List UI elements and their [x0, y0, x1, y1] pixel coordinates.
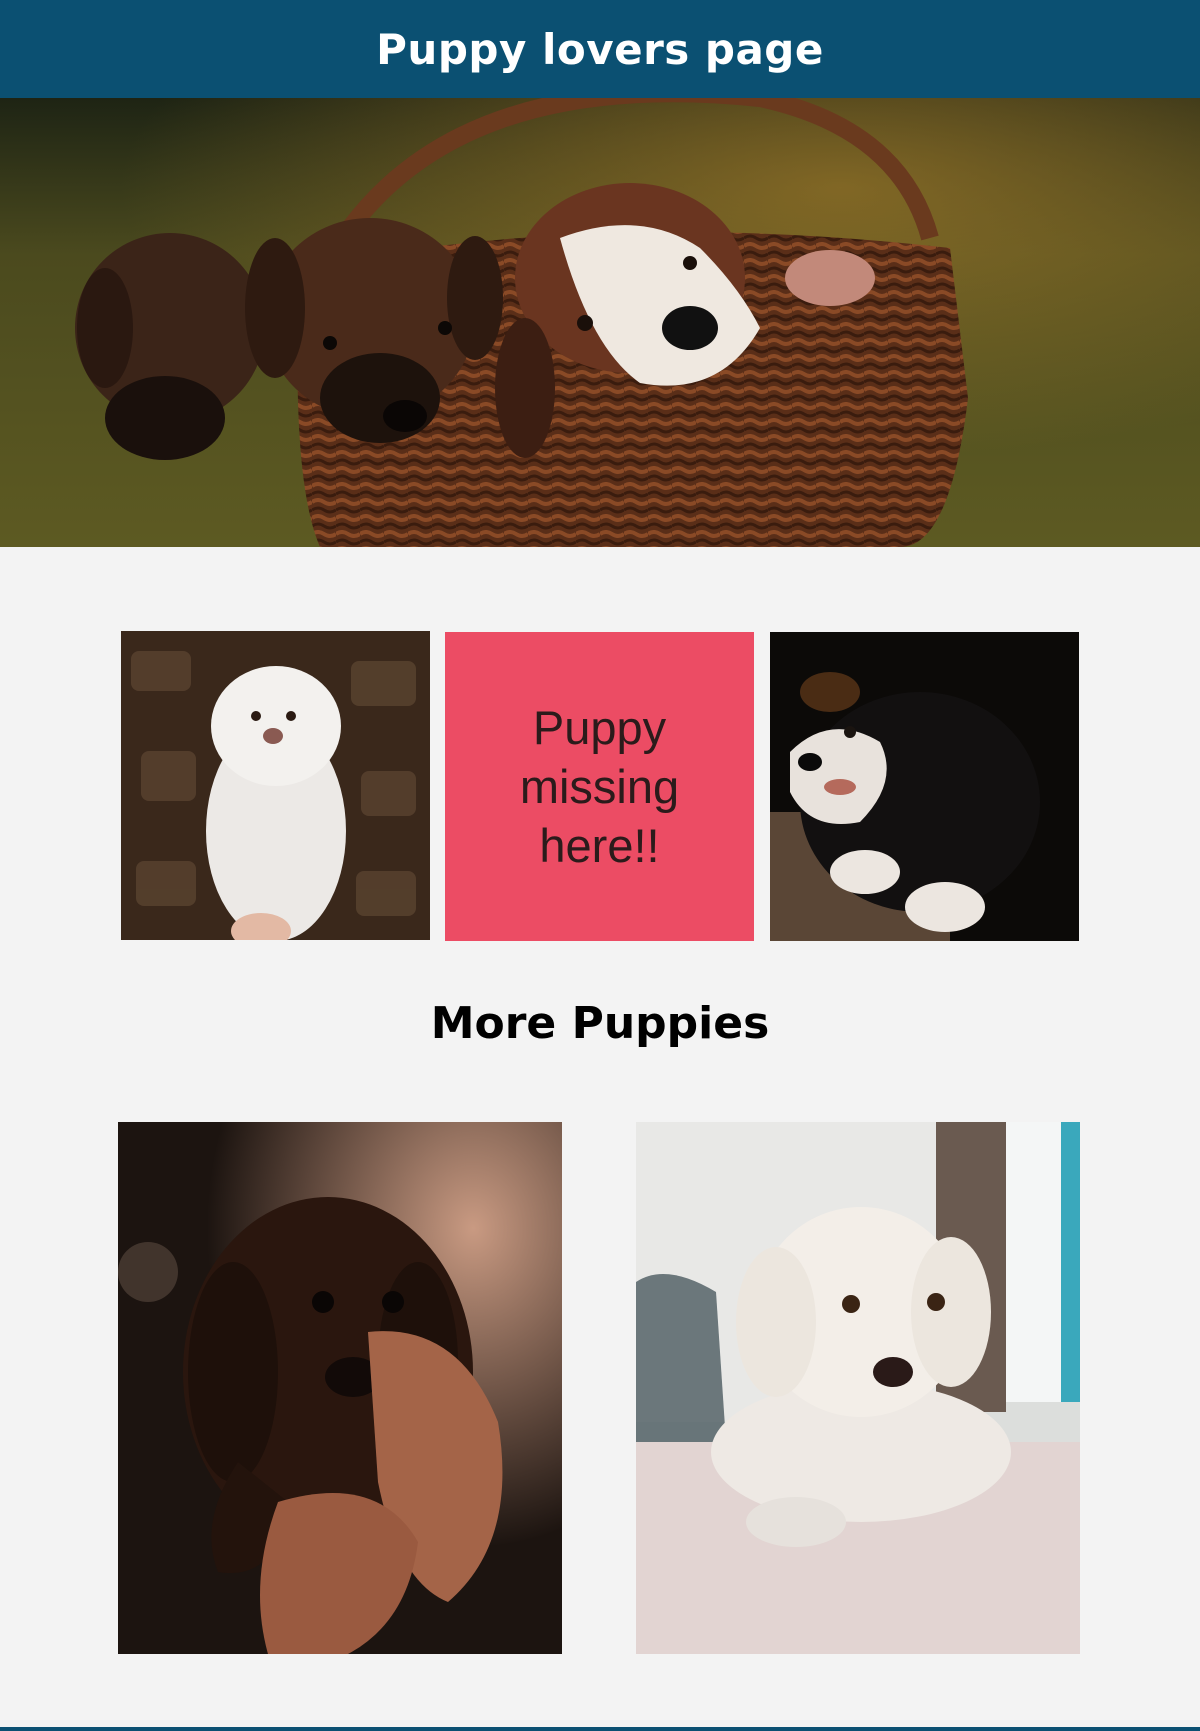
page-title: Puppy lovers page: [376, 24, 824, 74]
puppy-photo-black-tan: [770, 632, 1079, 941]
puppy-photo-chocolate-spaniel: [118, 1122, 562, 1654]
puppy-photo-white-poodle: [636, 1122, 1080, 1654]
missing-puppy-tile: Puppy missing here!!: [445, 632, 754, 941]
more-puppies-heading: More Puppies: [430, 998, 770, 1049]
missing-puppy-text: Puppy missing here!!: [519, 701, 680, 872]
footer-divider: [0, 1727, 1200, 1731]
page-header: Puppy lovers page: [0, 0, 1200, 98]
hero-image: [0, 98, 1200, 547]
puppy-photo-white-fluffy: [121, 631, 430, 940]
